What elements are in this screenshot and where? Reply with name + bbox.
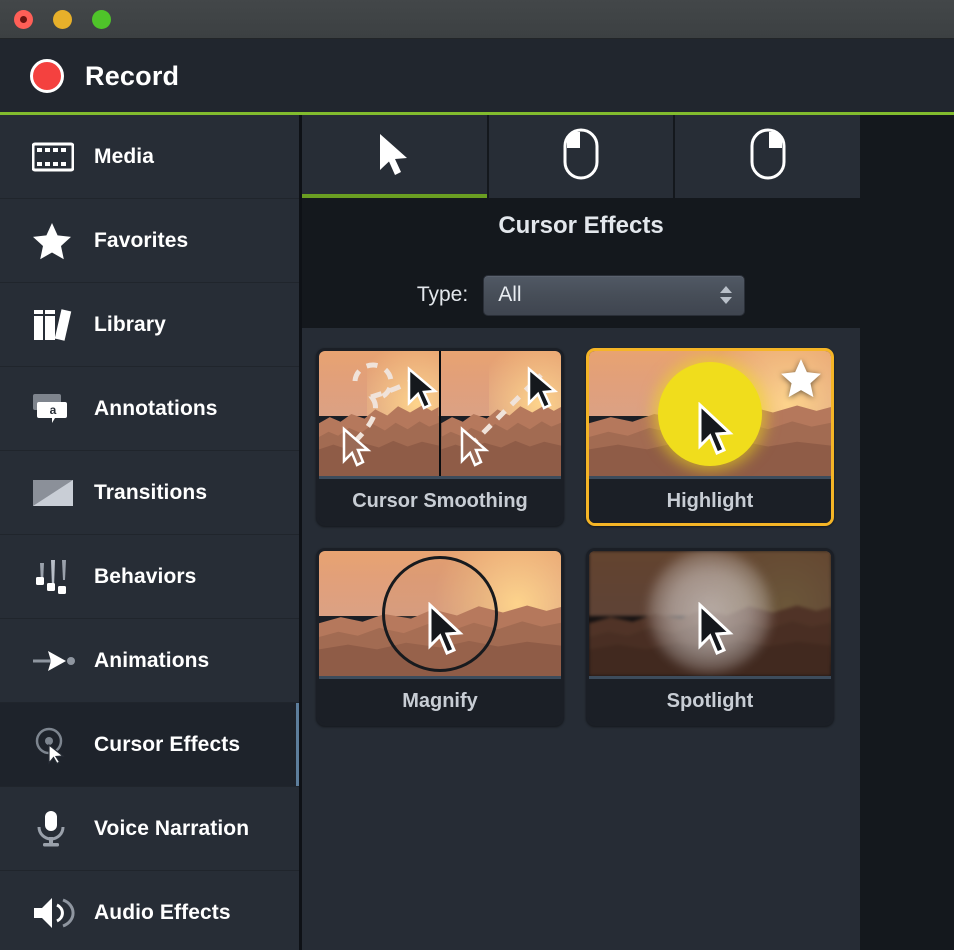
type-filter-value: All — [498, 283, 522, 306]
sidebar-item-label: Annotations — [94, 396, 218, 420]
panel-title: Cursor Effects — [498, 211, 664, 239]
minimize-window-button[interactable] — [53, 10, 72, 29]
effects-grid-panel: Cursor Smoothing Highlight Magnify Spotl… — [302, 328, 860, 950]
record-button-label: Record — [85, 60, 180, 91]
tab-left-click[interactable] — [489, 115, 676, 198]
transition-split-icon — [32, 479, 86, 507]
svg-text:a: a — [50, 403, 57, 417]
favorite-star-icon[interactable] — [780, 358, 822, 403]
effect-card-spotlight[interactable]: Spotlight — [586, 548, 834, 726]
sidebar-item-label: Media — [94, 144, 155, 168]
sidebar-item-label: Favorites — [94, 228, 189, 252]
type-filter-select[interactable]: All — [483, 274, 746, 316]
sidebar-item-label: Cursor Effects — [94, 732, 241, 756]
books-icon — [32, 308, 86, 342]
behaviors-pins-icon — [32, 559, 86, 595]
record-button[interactable]: Record — [30, 59, 179, 93]
effect-thumbnail — [319, 351, 561, 479]
record-circle-icon — [30, 59, 64, 93]
record-header: Record — [0, 39, 954, 113]
sidebar-item-label: Audio Effects — [94, 900, 231, 924]
microphone-icon — [32, 809, 86, 849]
filter-row: Type: All — [302, 264, 860, 326]
film-strip-icon — [32, 142, 86, 172]
speech-bubble-a-icon: a — [32, 393, 86, 425]
effect-thumbnail — [319, 551, 561, 679]
effect-card-highlight[interactable]: Highlight — [586, 348, 834, 526]
sidebar-item-transitions[interactable]: Transitions — [0, 451, 300, 535]
effect-card-label: Spotlight — [589, 679, 831, 723]
effect-thumbnail — [589, 351, 831, 479]
effect-card-label: Highlight — [589, 479, 831, 523]
speaker-waves-icon — [32, 895, 86, 931]
type-filter-label: Type: — [416, 283, 469, 306]
sidebar-item-cursor-effects[interactable]: Cursor Effects — [0, 703, 300, 787]
sidebar-item-audio-effects[interactable]: Audio Effects — [0, 871, 300, 950]
stepper-arrows-icon[interactable] — [720, 286, 733, 304]
sidebar-item-library[interactable]: Library — [0, 283, 300, 367]
chevron-up-icon[interactable] — [720, 286, 733, 293]
effects-grid: Cursor Smoothing Highlight Magnify Spotl… — [314, 340, 848, 726]
cursor-arrow-icon — [377, 132, 411, 181]
sidebar-item-behaviors[interactable]: Behaviors — [0, 535, 300, 619]
maximize-window-button[interactable] — [92, 10, 111, 29]
effect-card-label: Cursor Smoothing — [319, 479, 561, 523]
record-window: Record Media Favorites Library a Annotat… — [0, 0, 954, 950]
tab-cursor[interactable] — [302, 115, 489, 198]
main-panel: Cursor Effects Type: All Cursor Smoothin… — [302, 115, 954, 950]
arrow-keyframe-icon — [32, 650, 86, 672]
sidebar-item-label: Voice Narration — [94, 816, 250, 840]
record-indicator-dot — [20, 16, 27, 23]
sidebar-item-label: Library — [94, 312, 166, 336]
accent-rule — [0, 112, 954, 115]
effect-card-label: Magnify — [319, 679, 561, 723]
close-window-button[interactable] — [14, 10, 33, 29]
cursor-target-icon — [32, 725, 86, 765]
sidebar-item-favorites[interactable]: Favorites — [0, 199, 300, 283]
sidebar-item-label: Animations — [94, 648, 210, 672]
effect-card-magnify[interactable]: Magnify — [316, 548, 564, 726]
star-icon — [32, 222, 86, 260]
sidebar: Media Favorites Library a Annotations Tr… — [0, 115, 300, 950]
window-titlebar — [0, 0, 954, 39]
chevron-down-icon[interactable] — [720, 297, 733, 304]
mouse-left-button-icon — [563, 128, 599, 185]
effect-card-cursor-smoothing[interactable]: Cursor Smoothing — [316, 348, 564, 526]
mouse-right-button-icon — [750, 128, 786, 185]
sidebar-item-media[interactable]: Media — [0, 115, 300, 199]
effect-type-tabbar — [302, 115, 860, 198]
sidebar-item-label: Transitions — [94, 480, 208, 504]
sidebar-item-animations[interactable]: Animations — [0, 619, 300, 703]
sidebar-item-annotations[interactable]: a Annotations — [0, 367, 300, 451]
sidebar-item-label: Behaviors — [94, 564, 197, 588]
effect-thumbnail — [589, 551, 831, 679]
sidebar-item-voice-narration[interactable]: Voice Narration — [0, 787, 300, 871]
tab-right-click[interactable] — [675, 115, 860, 198]
